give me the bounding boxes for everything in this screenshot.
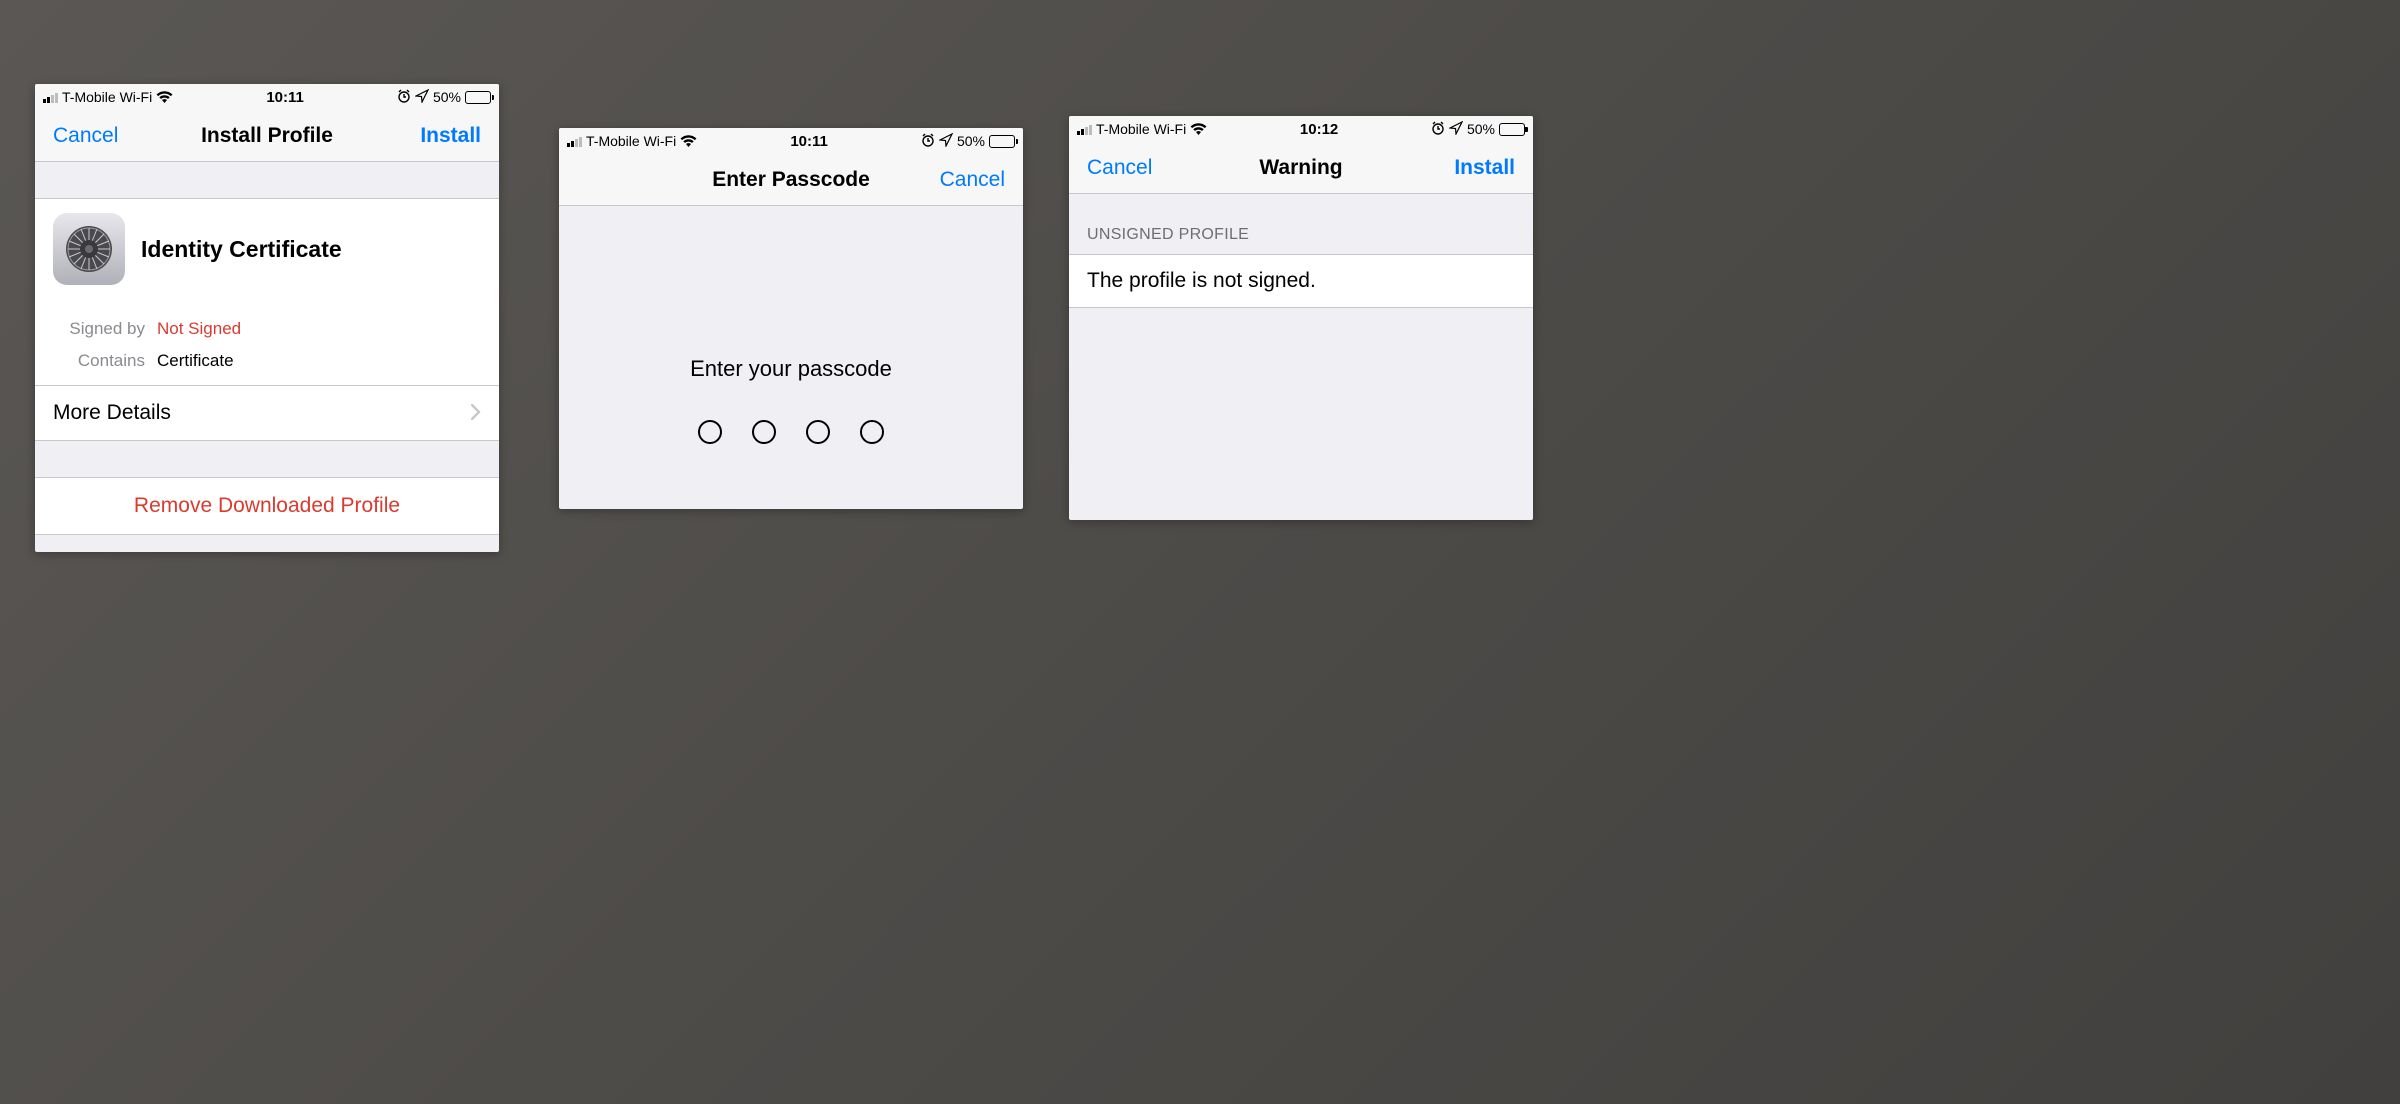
- nav-bar: Cancel Warning Install: [1069, 142, 1533, 194]
- more-details-label: More Details: [53, 401, 171, 425]
- carrier-label: T-Mobile Wi-Fi: [1096, 121, 1186, 137]
- profile-meta: Signed by Not Signed Contains Certificat…: [35, 307, 499, 385]
- status-left: T-Mobile Wi-Fi: [567, 133, 697, 149]
- cancel-button[interactable]: Cancel: [1087, 156, 1152, 180]
- wifi-icon: [156, 91, 173, 104]
- profile-header-cell: Identity Certificate: [35, 199, 499, 307]
- passcode-dot: [860, 420, 884, 444]
- cancel-button[interactable]: Cancel: [53, 124, 118, 148]
- passcode-prompt: Enter your passcode: [559, 356, 1023, 382]
- status-left: T-Mobile Wi-Fi: [43, 89, 173, 105]
- status-bar: T-Mobile Wi-Fi 10:12 50%: [1069, 116, 1533, 142]
- battery-icon: [989, 135, 1015, 148]
- alarm-icon: [397, 89, 411, 106]
- battery-icon: [1499, 123, 1525, 136]
- nav-bar: Enter Passcode Cancel: [559, 154, 1023, 206]
- warning-screen: T-Mobile Wi-Fi 10:12 50% Cancel Warning …: [1069, 116, 1533, 520]
- passcode-body: Enter your passcode: [559, 206, 1023, 444]
- status-left: T-Mobile Wi-Fi: [1077, 121, 1207, 137]
- status-time: 10:12: [1300, 121, 1338, 138]
- battery-percent: 50%: [1467, 121, 1495, 137]
- location-icon: [415, 89, 429, 106]
- warning-message: The profile is not signed.: [1069, 254, 1533, 308]
- passcode-dot: [806, 420, 830, 444]
- profile-name: Identity Certificate: [141, 236, 342, 263]
- wifi-icon: [1190, 123, 1207, 136]
- profile-info-group: Identity Certificate Signed by Not Signe…: [35, 198, 499, 441]
- alarm-icon: [921, 133, 935, 150]
- battery-percent: 50%: [957, 133, 985, 149]
- contains-row: Contains Certificate: [35, 345, 499, 385]
- section-header: UNSIGNED PROFILE: [1069, 194, 1533, 254]
- contains-label: Contains: [53, 351, 145, 371]
- signed-by-row: Signed by Not Signed: [35, 307, 499, 345]
- signal-icon: [43, 91, 58, 103]
- chevron-right-icon: [471, 400, 481, 426]
- install-button[interactable]: Install: [420, 124, 481, 148]
- status-right: 50%: [397, 89, 491, 106]
- settings-icon: [53, 213, 125, 285]
- location-icon: [1449, 121, 1463, 138]
- status-bar: T-Mobile Wi-Fi 10:11 50%: [559, 128, 1023, 154]
- nav-bar: Cancel Install Profile Install: [35, 110, 499, 162]
- passcode-dots[interactable]: [559, 420, 1023, 444]
- carrier-label: T-Mobile Wi-Fi: [62, 89, 152, 105]
- spacer: [35, 441, 499, 477]
- alarm-icon: [1431, 121, 1445, 138]
- spacer: [35, 162, 499, 198]
- content: Identity Certificate Signed by Not Signe…: [35, 162, 499, 535]
- cancel-button[interactable]: Cancel: [940, 168, 1005, 192]
- remove-profile-button[interactable]: Remove Downloaded Profile: [35, 477, 499, 535]
- wifi-icon: [680, 135, 697, 148]
- content: UNSIGNED PROFILE The profile is not sign…: [1069, 194, 1533, 308]
- battery-icon: [465, 91, 491, 104]
- install-button[interactable]: Install: [1454, 156, 1515, 180]
- signed-by-label: Signed by: [53, 319, 145, 339]
- signal-icon: [567, 135, 582, 147]
- more-details-cell[interactable]: More Details: [35, 385, 499, 440]
- signal-icon: [1077, 123, 1092, 135]
- contains-value: Certificate: [157, 351, 234, 371]
- carrier-label: T-Mobile Wi-Fi: [586, 133, 676, 149]
- passcode-dot: [752, 420, 776, 444]
- signed-by-value: Not Signed: [157, 319, 241, 339]
- status-time: 10:11: [790, 133, 828, 150]
- status-time: 10:11: [266, 89, 304, 106]
- install-profile-screen: T-Mobile Wi-Fi 10:11 50% Cancel Install …: [35, 84, 499, 552]
- battery-percent: 50%: [433, 89, 461, 105]
- enter-passcode-screen: T-Mobile Wi-Fi 10:11 50% Enter Passcode …: [559, 128, 1023, 509]
- location-icon: [939, 133, 953, 150]
- status-right: 50%: [1431, 121, 1525, 138]
- status-bar: T-Mobile Wi-Fi 10:11 50%: [35, 84, 499, 110]
- status-right: 50%: [921, 133, 1015, 150]
- passcode-dot: [698, 420, 722, 444]
